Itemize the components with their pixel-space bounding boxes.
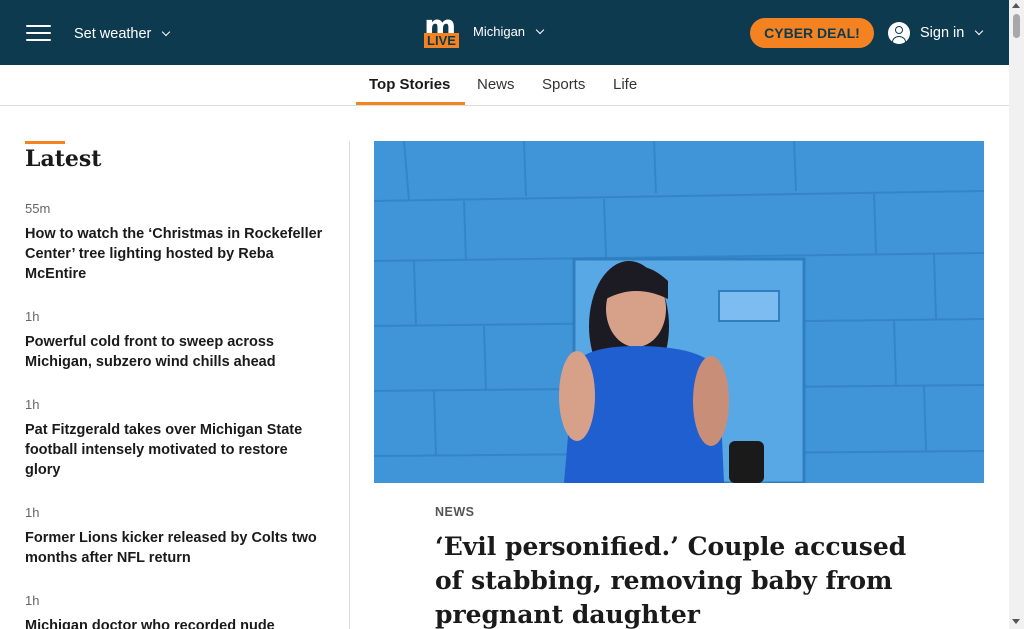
region-selector[interactable]: Michigan <box>473 24 545 39</box>
item-timestamp: 1h <box>25 505 40 520</box>
menu-icon[interactable] <box>26 25 51 42</box>
chevron-down-icon <box>535 25 545 34</box>
page-scrollbar[interactable] <box>1009 0 1024 629</box>
chevron-down-icon <box>162 27 171 37</box>
story-category[interactable]: NEWS <box>435 505 475 519</box>
region-label: Michigan <box>473 24 526 39</box>
latest-heading: Latest <box>25 146 102 172</box>
list-item: 55m How to watch the ‘Christmas in Rocke… <box>25 201 325 284</box>
item-headline-link[interactable]: Pat Fitzgerald takes over Michigan State… <box>25 420 325 480</box>
item-timestamp: 1h <box>25 309 40 324</box>
section-nav: Top Stories News Sports Life <box>0 65 1009 106</box>
lead-story-photo[interactable] <box>374 141 984 483</box>
active-tab-indicator <box>356 102 465 105</box>
list-item: 1h Pat Fitzgerald takes over Michigan St… <box>25 397 325 480</box>
scroll-up-icon[interactable] <box>1012 3 1020 8</box>
logo-live: LIVE <box>424 33 459 48</box>
column-divider <box>349 141 350 629</box>
set-weather-button[interactable]: Set weather <box>74 26 171 42</box>
chevron-down-icon <box>975 26 984 36</box>
item-headline-link[interactable]: Powerful cold front to sweep across Mich… <box>25 332 325 372</box>
item-timestamp: 1h <box>25 593 40 608</box>
tab-news[interactable]: News <box>477 76 515 93</box>
latest-accent-rule <box>25 141 65 144</box>
scrollbar-thumb[interactable] <box>1013 14 1020 38</box>
scroll-down-icon[interactable] <box>1012 619 1020 624</box>
item-timestamp: 1h <box>25 397 40 412</box>
tab-life[interactable]: Life <box>613 76 637 93</box>
tab-sports[interactable]: Sports <box>542 76 585 93</box>
list-item: 1h Powerful cold front to sweep across M… <box>25 309 325 372</box>
photo-illustration <box>374 141 984 483</box>
sign-in-label: Sign in <box>920 25 965 41</box>
user-icon <box>888 22 910 44</box>
item-headline-link[interactable]: Former Lions kicker released by Colts tw… <box>25 528 325 568</box>
item-headline-link[interactable]: How to watch the ‘Christmas in Rockefell… <box>25 224 325 284</box>
lead-story-headline[interactable]: ‘Evil personified.’ Couple accused of st… <box>435 530 935 629</box>
site-header: Set weather m LIVE Michigan CYBER DEAL! … <box>0 0 1009 65</box>
cyber-deal-button[interactable]: CYBER DEAL! <box>750 18 874 48</box>
item-timestamp: 55m <box>25 201 51 216</box>
mlive-logo[interactable]: m LIVE <box>424 10 459 49</box>
weather-label: Set weather <box>74 26 152 42</box>
item-headline-link[interactable]: Michigan doctor who recorded nude <box>25 616 325 629</box>
list-item: 1h Former Lions kicker released by Colts… <box>25 505 325 568</box>
sign-in-button[interactable]: Sign in <box>888 22 984 44</box>
list-item: 1h Michigan doctor who recorded nude <box>25 593 325 629</box>
tab-top-stories[interactable]: Top Stories <box>369 76 450 93</box>
